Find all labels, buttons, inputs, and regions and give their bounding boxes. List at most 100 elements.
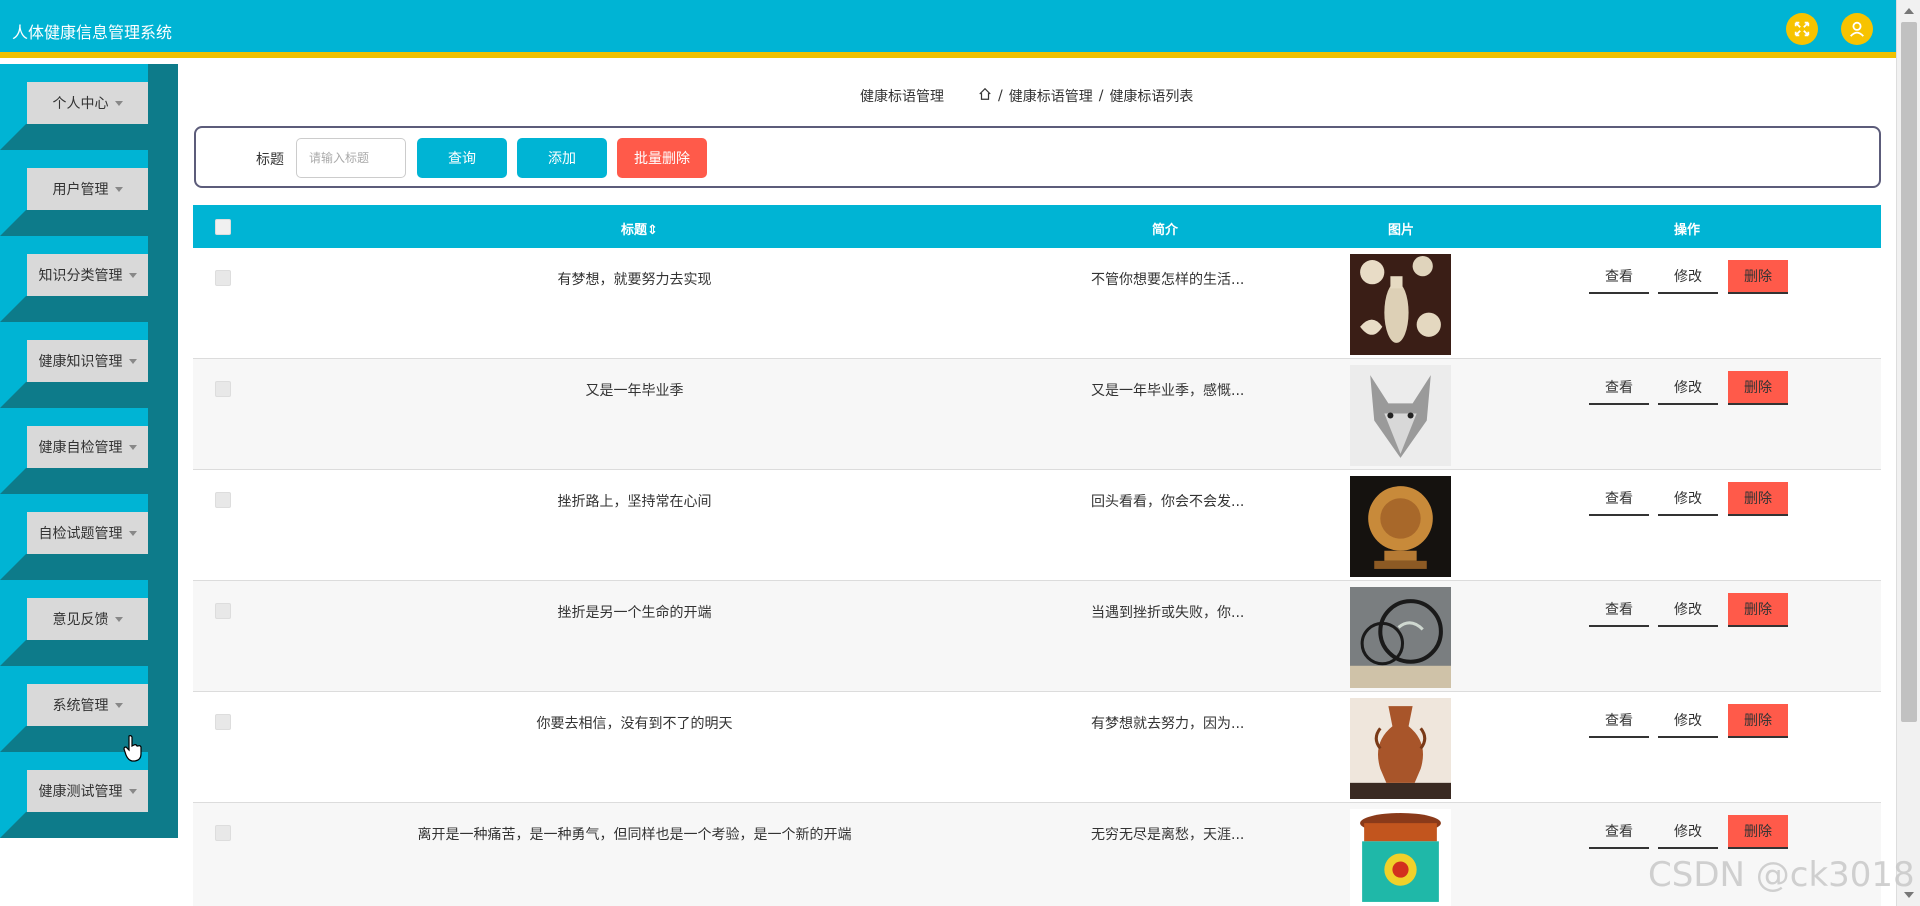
sidebar-item-label: 自检试题管理 (38, 526, 123, 542)
edit-button[interactable]: 修改 (1658, 815, 1718, 849)
sidebar-item-health-test[interactable]: 健康测试管理 (0, 752, 178, 838)
view-button[interactable]: 查看 (1589, 704, 1649, 738)
sidebar-button[interactable]: 健康自检管理 (27, 426, 148, 468)
edit-button[interactable]: 修改 (1658, 593, 1718, 627)
table-row: 挫折是另一个生命的开端 当遇到挫折或失败，你... 查看 修改 删除 (193, 581, 1881, 692)
watermark: CSDN @ck3018 (1648, 855, 1915, 895)
edit-button[interactable]: 修改 (1658, 371, 1718, 405)
row-title: 挫折路上，坚持常在心间 (557, 494, 712, 510)
row-image[interactable] (1350, 698, 1451, 799)
hand-pointer-icon (123, 735, 142, 762)
breadcrumb-current: 健康标语列表 (1109, 89, 1194, 105)
row-image[interactable] (1350, 254, 1451, 355)
sidebar-item-label: 个人中心 (52, 96, 109, 112)
row-intro: 有梦想就去努力，因为... (1091, 716, 1245, 732)
sidebar-item-knowledge-category[interactable]: 知识分类管理 (0, 236, 178, 322)
column-header-ops: 操作 (1674, 223, 1701, 238)
table-row: 你要去相信，没有到不了的明天 有梦想就去努力，因为... 查看 修改 删除 (193, 692, 1881, 803)
app-title: 人体健康信息管理系统 (12, 23, 173, 42)
user-icon (1850, 21, 1864, 37)
sidebar-button[interactable]: 健康测试管理 (27, 770, 148, 812)
row-title: 挫折是另一个生命的开端 (557, 605, 712, 621)
breadcrumb-separator: / (998, 88, 1003, 104)
top-header: 人体健康信息管理系统 (0, 0, 1896, 58)
row-image[interactable] (1350, 809, 1451, 906)
row-image[interactable] (1350, 587, 1451, 688)
sidebar-item-user-management[interactable]: 用户管理 (0, 150, 178, 236)
add-button[interactable]: 添加 (517, 138, 607, 178)
sidebar-item-self-check-questions[interactable]: 自检试题管理 (0, 494, 178, 580)
row-title: 又是一年毕业季 (585, 383, 684, 399)
home-link[interactable] (978, 87, 998, 105)
sidebar-button[interactable]: 自检试题管理 (27, 512, 148, 554)
caret-down-icon (128, 444, 137, 450)
sidebar-button[interactable]: 知识分类管理 (27, 254, 148, 296)
breadcrumb: 健康标语管理 / 健康标语管理 / 健康标语列表 (860, 86, 1199, 106)
view-button[interactable]: 查看 (1589, 371, 1649, 405)
search-label: 标题 (256, 152, 284, 168)
fullscreen-button[interactable] (1786, 13, 1818, 45)
sidebar-item-personal-center[interactable]: 个人中心 (0, 64, 178, 150)
sidebar-item-label: 健康测试管理 (38, 784, 123, 800)
delete-button[interactable]: 删除 (1728, 815, 1788, 849)
page-scrollbar[interactable] (1896, 0, 1920, 906)
row-image[interactable] (1350, 365, 1451, 466)
sidebar-item-system[interactable]: 系统管理 (0, 666, 178, 752)
breadcrumb-separator: / (1098, 88, 1104, 104)
caret-down-icon (128, 530, 137, 536)
edit-button[interactable]: 修改 (1658, 704, 1718, 738)
table-header: 标题⇕ 简介 图片 操作 (193, 205, 1881, 248)
delete-button[interactable]: 删除 (1728, 371, 1788, 405)
caret-down-icon (128, 358, 137, 364)
row-title: 离开是一种痛苦，是一种勇气，但同样也是一个考验，是一个新的开端 (417, 827, 852, 843)
delete-button[interactable]: 删除 (1728, 593, 1788, 627)
row-image[interactable] (1350, 476, 1451, 577)
view-button[interactable]: 查看 (1589, 260, 1649, 294)
view-button[interactable]: 查看 (1589, 815, 1649, 849)
row-title: 你要去相信，没有到不了的明天 (536, 716, 733, 732)
sidebar: 个人中心 用户管理 知识分类管理 健康知识管理 健康自检管理 自检试题管理 意见… (0, 64, 178, 838)
row-intro: 回头看看，你会不会发... (1091, 494, 1245, 510)
slogan-table: 标题⇕ 简介 图片 操作 有梦想，就要努力去实现 不管你想要怎样的生活... 查… (193, 205, 1881, 906)
sidebar-button[interactable]: 系统管理 (27, 684, 148, 726)
delete-button[interactable]: 删除 (1728, 260, 1788, 294)
caret-down-icon (114, 186, 123, 192)
caret-down-icon (128, 272, 137, 278)
column-header-title[interactable]: 标题⇕ (621, 219, 658, 238)
batch-delete-button[interactable]: 批量删除 (617, 138, 707, 178)
scroll-up-arrow[interactable] (1904, 8, 1914, 14)
table-row: 又是一年毕业季 又是一年毕业季，感慨... 查看 修改 删除 (193, 359, 1881, 470)
column-header-image: 图片 (1388, 223, 1415, 238)
view-button[interactable]: 查看 (1589, 593, 1649, 627)
edit-button[interactable]: 修改 (1658, 260, 1718, 294)
sidebar-button[interactable]: 个人中心 (27, 82, 148, 124)
sidebar-item-label: 知识分类管理 (38, 268, 123, 284)
sidebar-button[interactable]: 用户管理 (27, 168, 148, 210)
sidebar-item-health-knowledge[interactable]: 健康知识管理 (0, 322, 178, 408)
caret-down-icon (114, 702, 123, 708)
row-intro: 又是一年毕业季，感慨... (1091, 383, 1245, 399)
scroll-thumb[interactable] (1901, 22, 1917, 722)
delete-button[interactable]: 删除 (1728, 482, 1788, 516)
delete-button[interactable]: 删除 (1728, 704, 1788, 738)
view-button[interactable]: 查看 (1589, 482, 1649, 516)
user-menu-button[interactable] (1841, 13, 1873, 45)
fullscreen-icon (1794, 21, 1810, 37)
table-row: 挫折路上，坚持常在心间 回头看看，你会不会发... 查看 修改 删除 (193, 470, 1881, 581)
table-row: 离开是一种痛苦，是一种勇气，但同样也是一个考验，是一个新的开端 无穷无尽是离愁，… (193, 803, 1881, 906)
sidebar-item-feedback[interactable]: 意见反馈 (0, 580, 178, 666)
sidebar-item-label: 意见反馈 (52, 612, 109, 628)
search-panel: 标题 查询 添加 批量删除 (194, 126, 1881, 188)
row-intro: 无穷无尽是离愁，天涯... (1091, 827, 1245, 843)
title-search-input[interactable] (296, 138, 406, 178)
breadcrumb-item[interactable]: 健康标语管理 (1009, 86, 1093, 106)
select-all-checkbox[interactable] (215, 219, 231, 235)
sidebar-button[interactable]: 意见反馈 (27, 598, 148, 640)
sidebar-item-self-check[interactable]: 健康自检管理 (0, 408, 178, 494)
page-title: 健康标语管理 (860, 89, 944, 105)
edit-button[interactable]: 修改 (1658, 482, 1718, 516)
column-header-intro: 简介 (1152, 223, 1179, 238)
sidebar-button[interactable]: 健康知识管理 (27, 340, 148, 382)
query-button[interactable]: 查询 (417, 138, 507, 178)
caret-down-icon (128, 788, 137, 794)
